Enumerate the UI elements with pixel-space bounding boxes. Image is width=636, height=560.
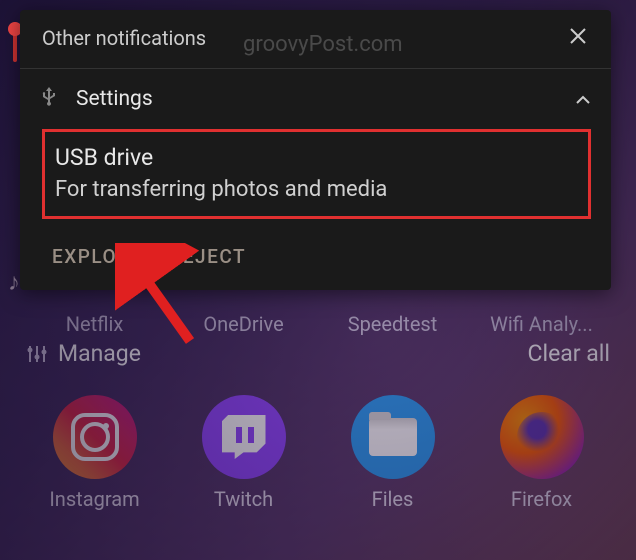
settings-label: Settings <box>76 87 153 111</box>
usb-icon <box>42 87 56 111</box>
eject-button[interactable]: EJECT <box>183 245 246 268</box>
music-note-icon: ♪ <box>8 268 20 297</box>
chevron-up-icon[interactable] <box>575 90 591 109</box>
settings-row[interactable]: Settings <box>20 69 611 129</box>
notification-panel: Other notifications groovyPost.com Setti… <box>20 10 611 290</box>
usb-notification[interactable]: USB drive For transferring photos and me… <box>42 129 591 219</box>
action-row: EXPLORE EJECT <box>20 227 611 290</box>
explore-button[interactable]: EXPLORE <box>52 245 143 268</box>
close-icon[interactable] <box>565 22 591 54</box>
notification-title: USB drive <box>55 144 578 171</box>
header-title: Other notifications <box>42 26 206 50</box>
notification-subtitle: For transferring photos and media <box>55 177 578 202</box>
watermark: groovyPost.com <box>243 32 403 57</box>
